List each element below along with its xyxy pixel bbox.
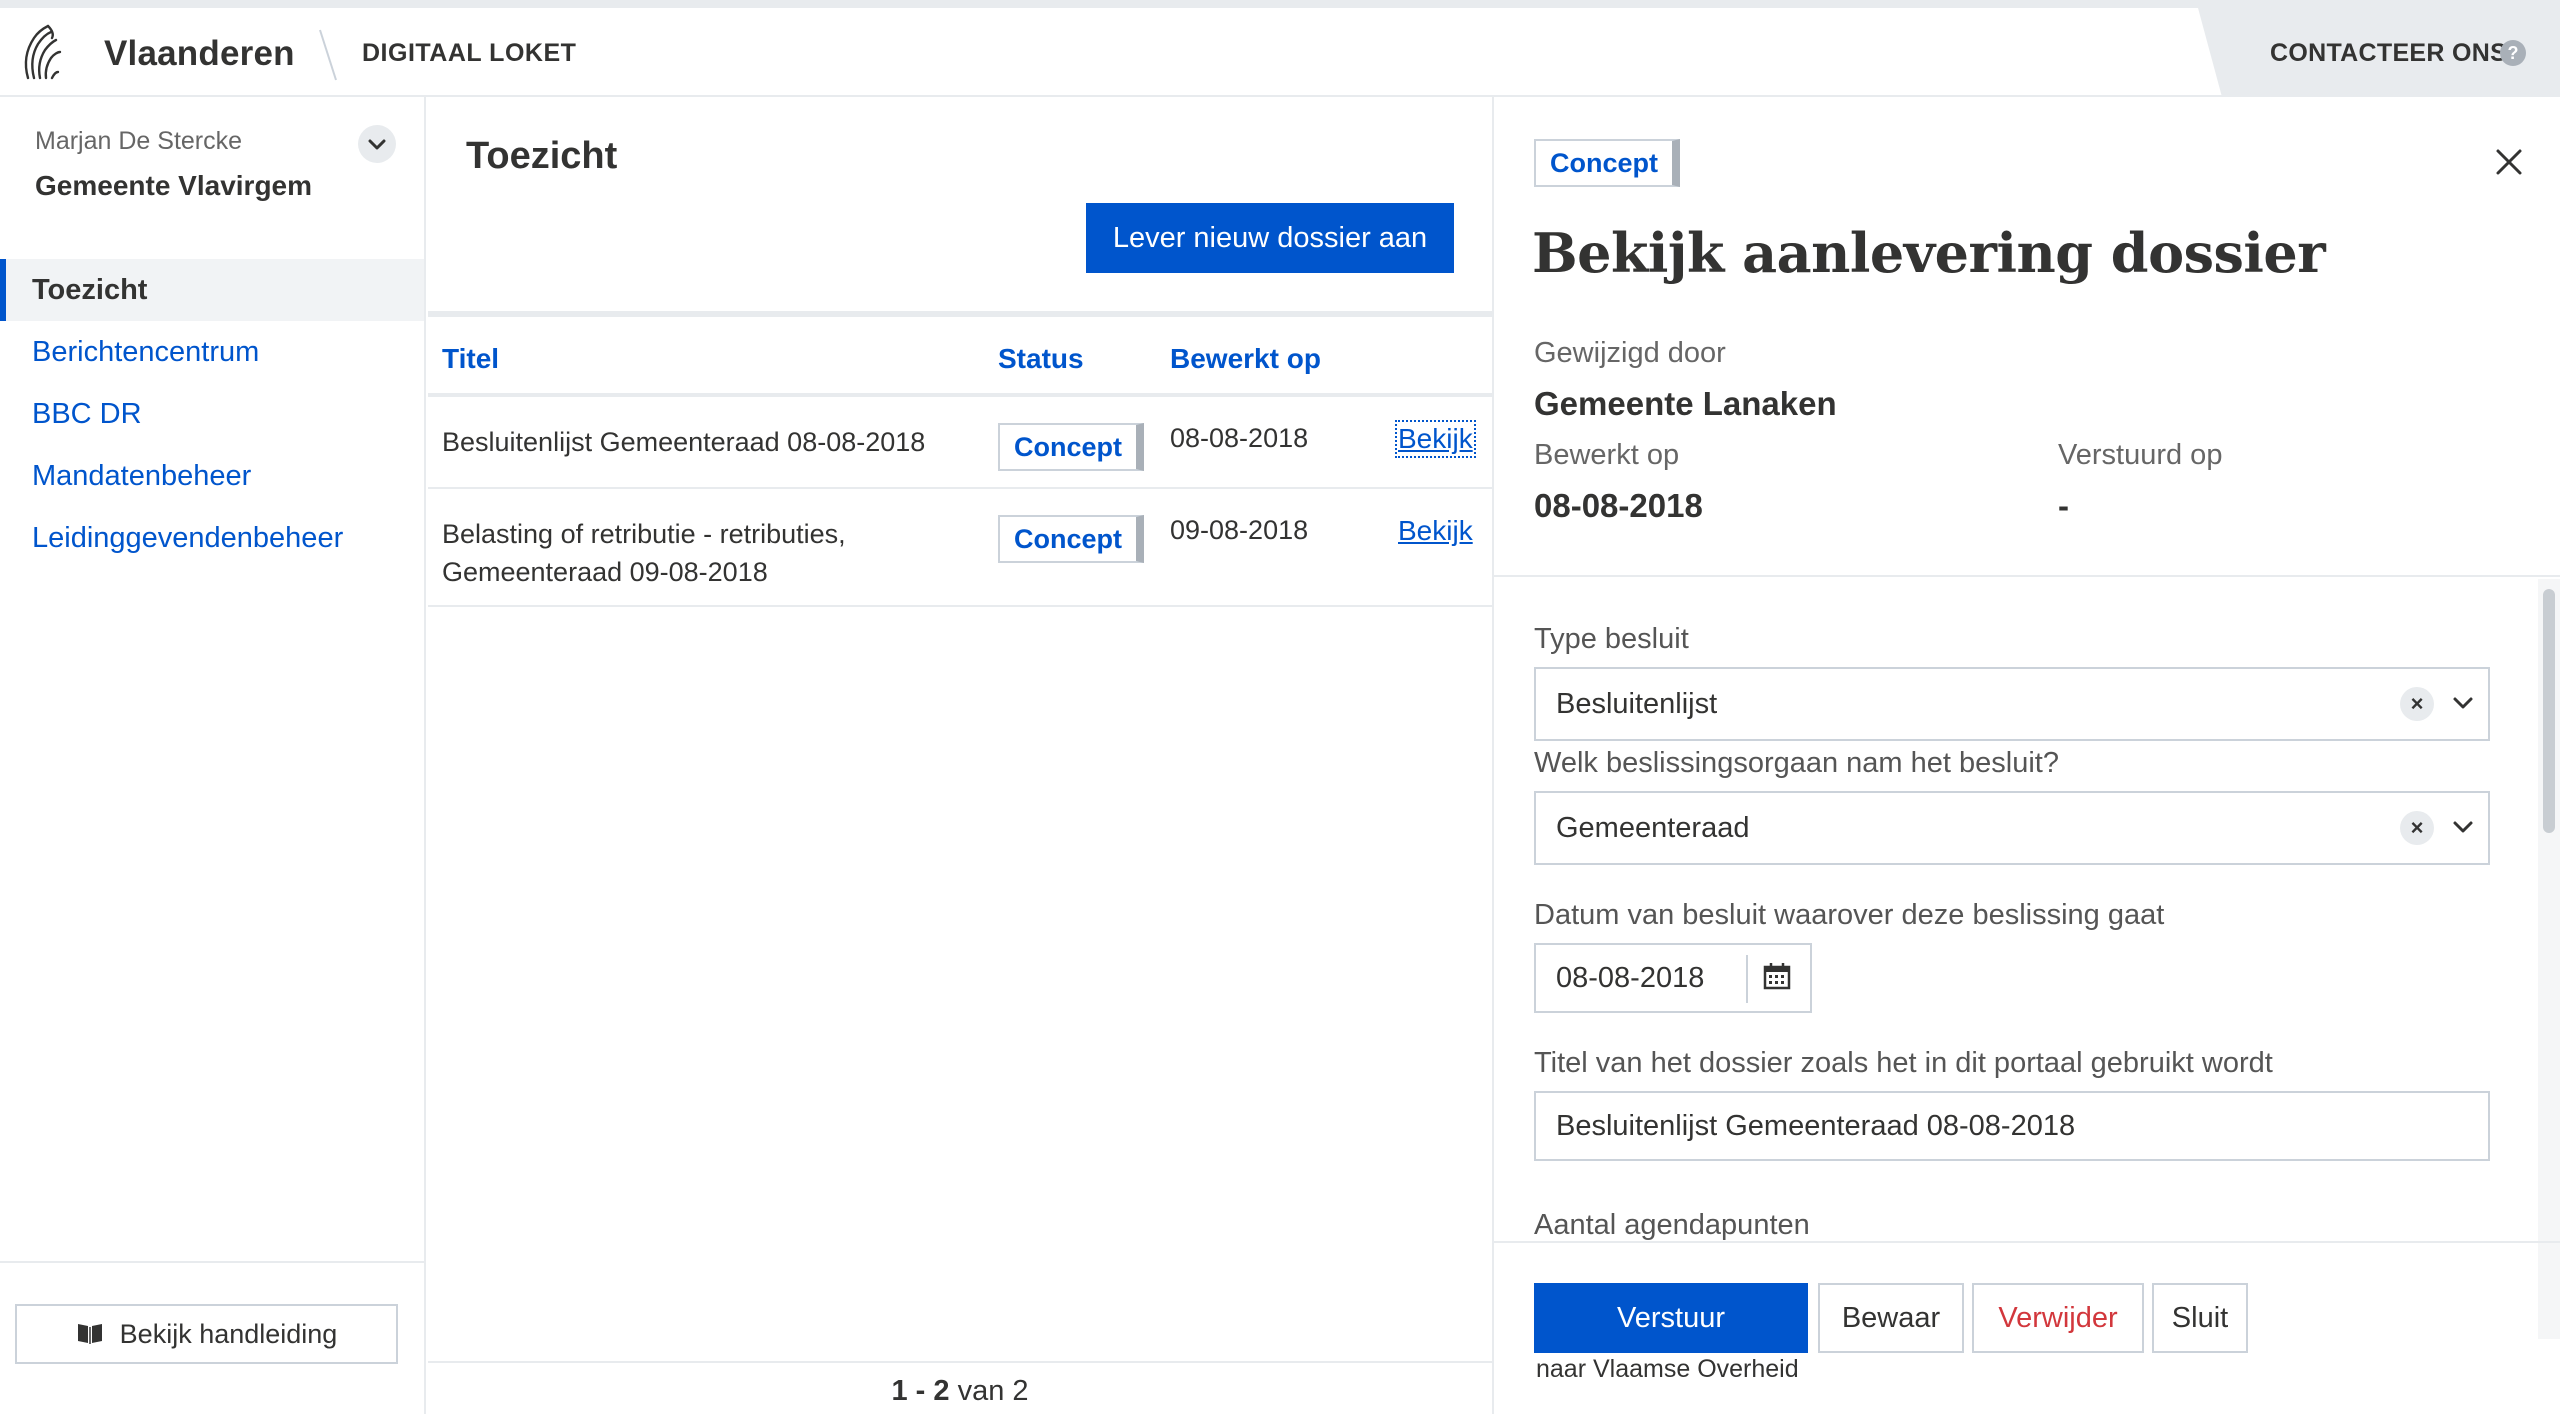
- chevron-down-icon: [2453, 697, 2473, 709]
- status-badge: Concept: [998, 515, 1144, 563]
- modified-by-value: Gemeente Lanaken: [1534, 385, 1837, 422]
- calendar-icon[interactable]: [1762, 961, 1792, 991]
- column-title[interactable]: Titel: [442, 343, 499, 375]
- organ-label: Welk beslissingsorgaan nam het besluit?: [1534, 747, 2059, 779]
- sidebar-nav: Toezicht Berichtencentrum BBC DR Mandate…: [0, 259, 424, 569]
- pagination-range: 1 - 2: [891, 1375, 950, 1407]
- organ-select-value: Gemeenteraad: [1556, 812, 1750, 844]
- panel-divider: [1494, 575, 2560, 577]
- date-field-value: 08-08-2018: [1556, 962, 1705, 994]
- book-icon: [77, 1323, 102, 1344]
- panel-scrollbar[interactable]: [2538, 579, 2560, 1339]
- brand-name[interactable]: Vlaanderen: [104, 34, 295, 74]
- row-date: 09-08-2018: [1170, 515, 1309, 545]
- pagination-total: van 2: [957, 1375, 1029, 1407]
- sidebar-item-bbc-dr[interactable]: BBC DR: [0, 383, 424, 445]
- organ-select[interactable]: Gemeenteraad ×: [1534, 791, 2490, 865]
- type-label: Type besluit: [1534, 623, 1689, 655]
- column-status[interactable]: Status: [998, 343, 1084, 375]
- column-edited[interactable]: Bewerkt op: [1170, 343, 1321, 375]
- table-row: Belasting of retributie - retributies, G…: [428, 489, 1492, 607]
- row-title: Besluitenlijst Gemeenteraad 08-08-2018: [442, 427, 926, 457]
- status-badge: Concept: [998, 423, 1144, 471]
- help-icon: ?: [2500, 40, 2526, 66]
- type-select[interactable]: Besluitenlijst ×: [1534, 667, 2490, 741]
- send-button[interactable]: Verstuur: [1534, 1283, 1808, 1353]
- clear-icon[interactable]: ×: [2400, 811, 2434, 845]
- panel-footer-divider: [1494, 1241, 2560, 1243]
- close-icon[interactable]: [2492, 145, 2526, 179]
- clear-icon[interactable]: ×: [2400, 687, 2434, 721]
- header-separator: [319, 29, 337, 81]
- sidebar-item-leidinggevendenbeheer[interactable]: Leidinggevendenbeheer: [0, 507, 424, 569]
- row-title: Belasting of retributie - retributies, G…: [442, 519, 846, 587]
- view-link[interactable]: Bekijk: [1398, 515, 1473, 547]
- delete-button[interactable]: Verwijder: [1972, 1283, 2144, 1353]
- scroll-thumb[interactable]: [2543, 589, 2555, 833]
- user-menu-toggle[interactable]: [358, 125, 396, 163]
- contact-button[interactable]: CONTACTEER ONS ?: [2198, 8, 2560, 97]
- pagination: 1 - 2 van 2: [428, 1375, 1492, 1408]
- org-name: Gemeente Vlavirgem: [35, 170, 313, 201]
- sidebar-item-berichtencentrum[interactable]: Berichtencentrum: [0, 321, 424, 383]
- manual-button-label: Bekijk handleiding: [119, 1319, 338, 1349]
- dossier-title-field[interactable]: Besluitenlijst Gemeenteraad 08-08-2018: [1534, 1091, 2490, 1161]
- app-name[interactable]: DIGITAAL LOKET: [362, 39, 576, 68]
- date-field[interactable]: 08-08-2018: [1534, 943, 1812, 1013]
- user-name: Marjan De Stercke: [35, 127, 243, 155]
- close-button[interactable]: Sluit: [2152, 1283, 2248, 1353]
- status-badge: Concept: [1534, 139, 1680, 187]
- view-link[interactable]: Bekijk: [1395, 420, 1476, 458]
- table-row: Besluitenlijst Gemeenteraad 08-08-2018 C…: [428, 397, 1492, 489]
- edited-value: 08-08-2018: [1534, 487, 1703, 524]
- pagination-divider: [428, 1361, 1492, 1363]
- site-header: Vlaanderen DIGITAAL LOKET CONTACTEER ONS…: [0, 8, 2560, 97]
- page-title: Toezicht: [466, 135, 618, 177]
- sidebar-divider: [0, 1261, 424, 1263]
- table-header: Titel Status Bewerkt op: [428, 311, 1492, 397]
- dossier-title-label: Titel van het dossier zoals het in dit p…: [1534, 1047, 2273, 1079]
- chevron-down-icon: [368, 139, 386, 150]
- sent-value: -: [2058, 487, 2069, 524]
- save-button[interactable]: Bewaar: [1818, 1283, 1964, 1353]
- panel-title: Bekijk aanlevering dossier: [1532, 221, 2326, 285]
- edited-label: Bewerkt op: [1534, 439, 1680, 471]
- dossier-table: Titel Status Bewerkt op Besluitenlijst G…: [428, 311, 1492, 607]
- main-content: Toezicht Lever nieuw dossier aan Titel S…: [428, 97, 1492, 1414]
- top-strip: [0, 0, 2560, 8]
- flemish-lion-icon[interactable]: [18, 20, 64, 86]
- manual-button[interactable]: Bekijk handleiding: [15, 1304, 398, 1364]
- agenda-count-label: Aantal agendapunten: [1534, 1209, 1810, 1241]
- detail-panel: Concept Bekijk aanlevering dossier Gewij…: [1492, 97, 2560, 1414]
- row-date: 08-08-2018: [1170, 423, 1309, 453]
- sidebar: Marjan De Stercke Gemeente Vlavirgem Toe…: [0, 97, 426, 1414]
- type-select-value: Besluitenlijst: [1556, 688, 1718, 720]
- date-field-separator: [1746, 955, 1748, 1003]
- contact-label: CONTACTEER ONS: [2270, 39, 2508, 67]
- modified-by-label: Gewijzigd door: [1534, 337, 1726, 369]
- dossier-title-value: Besluitenlijst Gemeenteraad 08-08-2018: [1556, 1110, 2076, 1142]
- new-dossier-button[interactable]: Lever nieuw dossier aan: [1086, 203, 1454, 273]
- date-label: Datum van besluit waarover deze beslissi…: [1534, 899, 2165, 931]
- sidebar-item-toezicht[interactable]: Toezicht: [0, 259, 424, 321]
- sent-label: Verstuurd op: [2058, 439, 2223, 471]
- send-note: naar Vlaamse Overheid: [1536, 1355, 1799, 1383]
- sidebar-item-mandatenbeheer[interactable]: Mandatenbeheer: [0, 445, 424, 507]
- chevron-down-icon: [2453, 821, 2473, 833]
